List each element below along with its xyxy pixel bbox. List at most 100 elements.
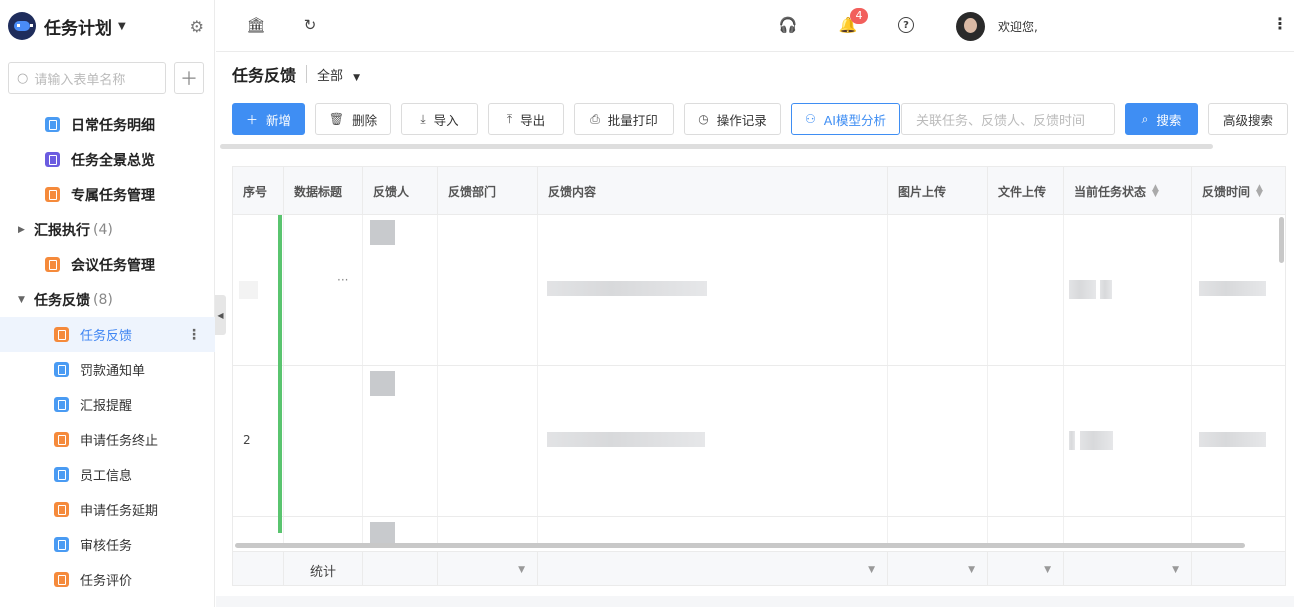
chevron-down-icon: ▼	[968, 565, 975, 575]
sidebar-item-label: 员工信息	[80, 469, 133, 484]
vertical-scrollbar[interactable]	[1279, 217, 1284, 263]
add-button[interactable]: ＋ 新增	[232, 103, 305, 135]
avatar[interactable]	[956, 12, 985, 41]
horizontal-scrollbar[interactable]	[235, 543, 1245, 548]
sort-icon[interactable]: ▲ ▼	[1256, 184, 1263, 199]
search-icon: ⌕	[1141, 111, 1149, 126]
feedback-content-cell[interactable]	[547, 432, 705, 447]
summary-dropdown[interactable]: ▼	[538, 552, 888, 585]
column-header-sortable[interactable]: 当前任务状态 ▲ ▼	[1064, 167, 1192, 215]
summary-cell	[1192, 552, 1285, 585]
refresh-icon[interactable]: ↻	[302, 16, 318, 34]
import-button-label: 导入	[433, 112, 459, 128]
sidebar-item-meeting-tasks[interactable]: 会议任务管理	[0, 247, 215, 282]
sidebar-item-daily-tasks[interactable]: 日常任务明细	[0, 107, 215, 142]
sidebar-item-terminate-request[interactable]: 申请任务终止	[0, 422, 215, 457]
sidebar-item-label: 罚款通知单	[80, 364, 146, 379]
notification-badge: 4	[850, 8, 868, 24]
column-header[interactable]: 图片上传	[888, 167, 988, 215]
sort-icon[interactable]: ▲ ▼	[1152, 184, 1159, 199]
column-header[interactable]: 序号	[233, 167, 284, 215]
sidebar-collapse-toggle[interactable]: ◀	[215, 295, 226, 335]
sidebar-item-exclusive-tasks[interactable]: 专属任务管理	[0, 177, 215, 212]
sidebar-item-label: 日常任务明细	[71, 117, 155, 134]
feedback-user-avatar	[370, 371, 395, 396]
more-vertical-icon[interactable]: ⋮	[187, 327, 201, 343]
sidebar-item-overview[interactable]: 任务全景总览	[0, 142, 215, 177]
sidebar-item-fine-notice[interactable]: 罚款通知单	[0, 352, 215, 387]
sidebar-group-feedback[interactable]: ▼ 任务反馈 (8)	[0, 282, 215, 317]
sidebar-item-label: 审核任务	[80, 539, 133, 554]
summary-dropdown[interactable]: ▼	[1064, 552, 1192, 585]
chevron-down-icon: ▼	[1172, 565, 1179, 575]
sidebar-item-review-tasks[interactable]: 审核任务	[0, 527, 215, 562]
app-title[interactable]: 任务计划	[44, 14, 112, 39]
summary-dropdown[interactable]: ▼	[888, 552, 988, 585]
import-button[interactable]: ⤓ 导入	[401, 103, 478, 135]
sidebar-item-report-reminder[interactable]: 汇报提醒	[0, 387, 215, 422]
column-header[interactable]: 反馈内容	[538, 167, 888, 215]
table-row[interactable]: ···	[233, 215, 1285, 366]
form-icon	[45, 117, 60, 132]
toolbar-scrollbar[interactable]	[220, 144, 1213, 149]
app-root: 任务计划 ▼ ⚙ ○ 请输入表单名称 ＋ 日常任务明细 任务全景总览 专属任务管…	[0, 0, 1294, 607]
more-vertical-icon[interactable]: ⋮	[1272, 14, 1288, 33]
search-icon: ○	[17, 70, 29, 86]
search-button[interactable]: ⌕ 搜索	[1125, 103, 1198, 135]
download-icon: ⤓	[420, 111, 426, 126]
export-button[interactable]: ⤒ 导出	[488, 103, 564, 135]
delete-button-label: 删除	[352, 112, 378, 128]
status-cell	[1100, 280, 1112, 299]
gear-icon[interactable]: ⚙	[190, 17, 204, 36]
divider	[306, 65, 308, 83]
sidebar-item-staff-info[interactable]: 员工信息	[0, 457, 215, 492]
bank-icon[interactable]: 🏛	[246, 16, 265, 34]
status-cell	[1080, 431, 1113, 450]
row-title-cell[interactable]: ···	[337, 273, 348, 287]
view-filter-dropdown[interactable]: 全部 ▼	[317, 65, 360, 84]
sidebar-search-row: ○ 请输入表单名称 ＋	[0, 52, 214, 94]
form-icon	[54, 432, 69, 447]
trash-icon: 🗑	[328, 112, 345, 126]
sidebar-item-label: 任务全景总览	[71, 152, 155, 169]
summary-dropdown[interactable]: ▼	[988, 552, 1064, 585]
batch-print-button[interactable]: ⎙ 批量打印	[574, 103, 674, 135]
feedback-content-cell[interactable]	[547, 281, 707, 296]
column-header[interactable]: 数据标题	[284, 167, 363, 215]
robot-icon: ⚇	[804, 112, 816, 126]
help-icon[interactable]: ?	[898, 17, 914, 33]
headset-icon[interactable]: 🎧	[779, 16, 798, 34]
table-row[interactable]: 2	[233, 366, 1285, 517]
search-input[interactable]: 关联任务、反馈人、反馈时间	[901, 103, 1115, 135]
ai-analysis-button-label: AI模型分析	[823, 112, 886, 128]
add-form-button[interactable]: ＋	[174, 62, 204, 94]
printer-icon: ⎙	[590, 111, 600, 126]
history-button[interactable]: ◷ 操作记录	[684, 103, 781, 135]
sidebar-group-label: 汇报执行	[34, 222, 90, 239]
summary-cell	[233, 552, 284, 585]
ai-analysis-button[interactable]: ⚇ AI模型分析	[791, 103, 900, 135]
column-header[interactable]: 文件上传	[988, 167, 1064, 215]
form-search-placeholder: 请输入表单名称	[34, 72, 126, 88]
form-search-input[interactable]: ○ 请输入表单名称	[8, 62, 166, 94]
summary-dropdown[interactable]: ▼	[438, 552, 538, 585]
column-header[interactable]: 反馈人	[363, 167, 438, 215]
sidebar-item-task-evaluation[interactable]: 任务评价	[0, 562, 215, 597]
welcome-text: 欢迎您,	[998, 20, 1038, 34]
row-index-cell: 2	[243, 433, 251, 447]
chevron-down-icon[interactable]: ▼	[118, 21, 126, 32]
status-cell	[1069, 431, 1075, 450]
delete-button[interactable]: 🗑 删除	[315, 103, 391, 135]
add-button-label: 新增	[266, 112, 292, 128]
status-cell	[1069, 280, 1096, 299]
sidebar-item-extension-request[interactable]: 申请任务延期	[0, 492, 215, 527]
advanced-search-button[interactable]: 高级搜索	[1208, 103, 1288, 135]
column-header-sortable[interactable]: 反馈时间 ▲ ▼	[1192, 167, 1285, 215]
row-status-marker	[278, 215, 282, 533]
chevron-down-icon: ▼	[353, 72, 361, 83]
sidebar-item-label: 专属任务管理	[71, 187, 155, 204]
column-header[interactable]: 反馈部门	[438, 167, 538, 215]
table-header: 序号 数据标题 反馈人 反馈部门 反馈内容 图片上传 文件上传 当前任务状态 ▲…	[233, 167, 1285, 215]
sidebar-group-report[interactable]: ▶ 汇报执行 (4)	[0, 212, 215, 247]
sidebar-item-task-feedback[interactable]: 任务反馈 ⋮	[0, 317, 215, 352]
